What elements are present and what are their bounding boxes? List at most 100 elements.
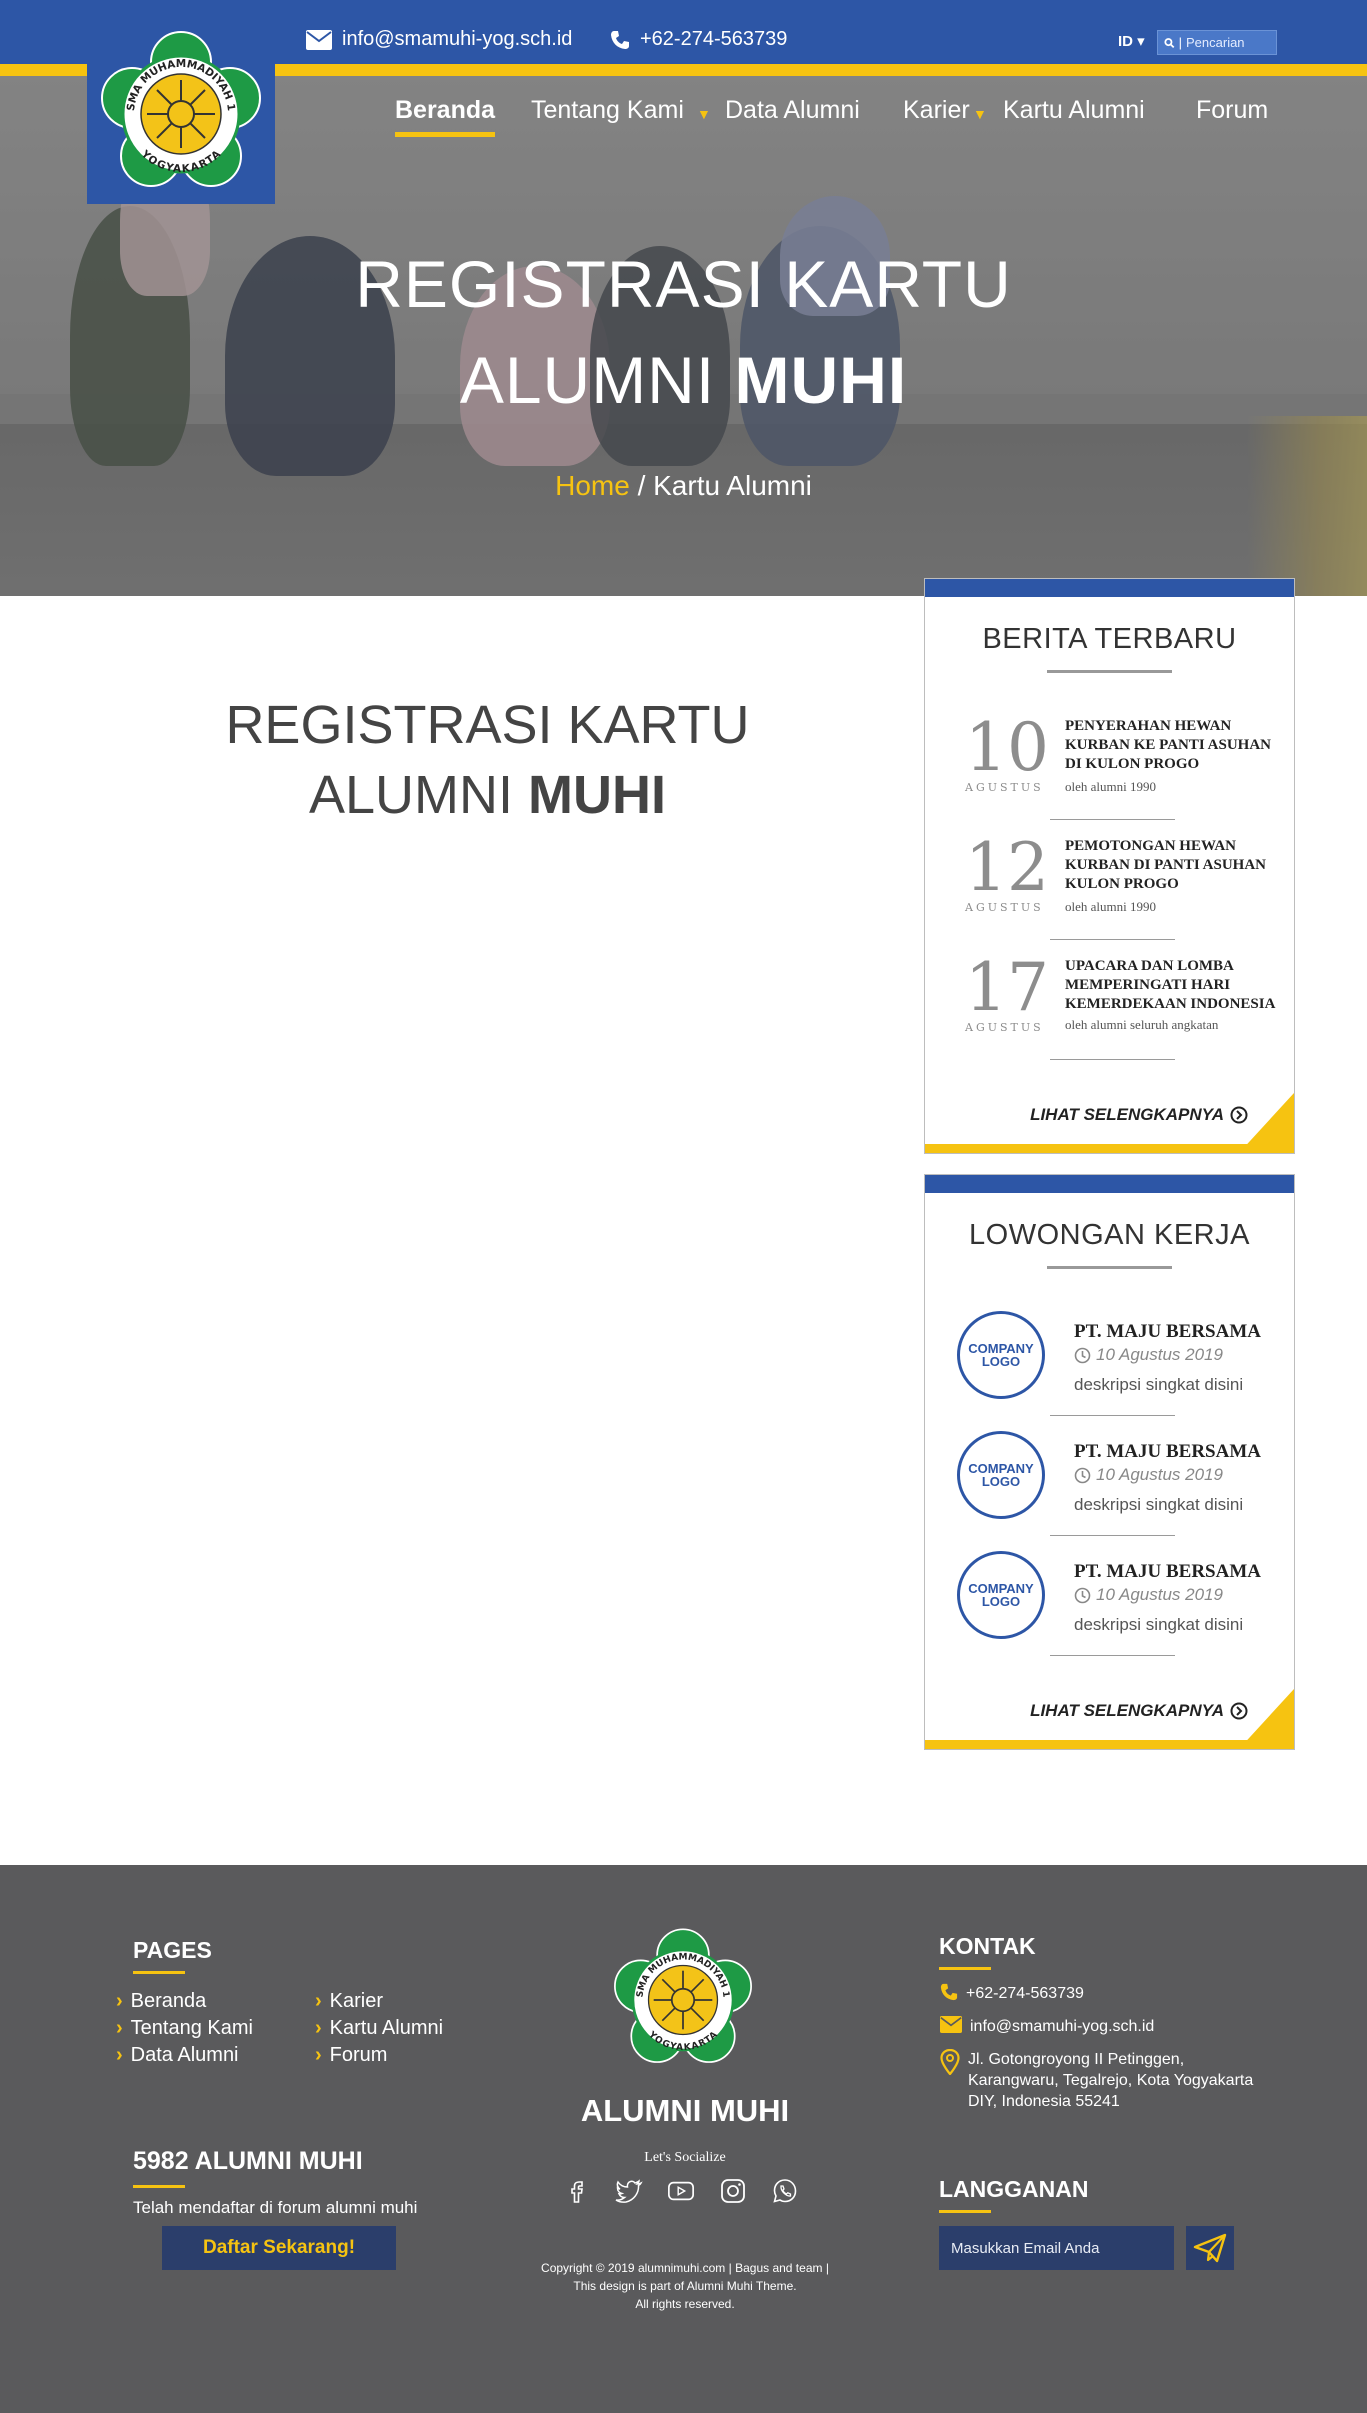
search-input[interactable] bbox=[1186, 35, 1276, 50]
page-title: REGISTRASI KARTU ALUMNI MUHI bbox=[150, 690, 825, 830]
job-date: 10 Agustus 2019 bbox=[1074, 1585, 1223, 1605]
job-item[interactable]: COMPANY LOGO PT. MAJU BERSAMA 10 Agustus … bbox=[957, 1431, 1287, 1531]
topbar-email[interactable]: info@smamuhi-yog.sch.id bbox=[306, 28, 572, 51]
job-description: deskripsi singkat disini bbox=[1074, 1615, 1244, 1634]
news-author: oleh alumni 1990 bbox=[1065, 899, 1156, 914]
footer-link-forum[interactable]: › Forum bbox=[315, 2044, 387, 2067]
footer-link-kartu-alumni[interactable]: › Kartu Alumni bbox=[315, 2017, 443, 2040]
chevron-right-icon: › bbox=[315, 2044, 322, 2066]
news-author: oleh alumni seluruh angkatan bbox=[1065, 1017, 1219, 1032]
clock-icon bbox=[1074, 1467, 1091, 1483]
company-logo: COMPANY LOGO bbox=[957, 1311, 1045, 1399]
hero-title-line1: REGISTRASI KARTU bbox=[355, 247, 1012, 321]
page-title-bold: MUHI bbox=[528, 765, 667, 825]
footer-link-data-alumni[interactable]: › Data Alumni bbox=[116, 2044, 239, 2067]
footer-pages-title: PAGES bbox=[133, 1937, 212, 1974]
footer-address-text: Jl. Gotongroyong II Petinggen, Karangwar… bbox=[968, 2051, 1254, 2110]
news-day: 12 bbox=[965, 829, 1049, 906]
nav-beranda[interactable]: Beranda bbox=[395, 96, 496, 137]
twitter-icon[interactable] bbox=[615, 2177, 643, 2205]
mail-icon bbox=[306, 29, 332, 50]
footer-school-emblem-icon: SMA MUHAMMADIYAH 1 YOGYAKARTA bbox=[614, 1928, 752, 2063]
news-item[interactable]: 17 AGUSTUS UPACARA DAN LOMBA MEMPERINGAT… bbox=[965, 955, 1275, 1065]
company-logo: COMPANY LOGO bbox=[957, 1551, 1045, 1639]
news-headline[interactable]: PEMOTONGAN HEWAN KURBAN DI PANTI ASUHAN … bbox=[1065, 837, 1280, 894]
news-more-link[interactable]: LIHAT SELENGKAPNYA bbox=[1030, 1105, 1248, 1125]
jobs-more-label: LIHAT SELENGKAPNYA bbox=[1030, 1701, 1224, 1720]
alumni-count: 5982 ALUMNI MUHI bbox=[133, 2147, 363, 2188]
card-top-band bbox=[925, 1175, 1294, 1193]
footer-link-beranda[interactable]: › Beranda bbox=[116, 1990, 206, 2013]
job-item[interactable]: COMPANY LOGO PT. MAJU BERSAMA 10 Agustus … bbox=[957, 1311, 1287, 1411]
divider bbox=[1050, 1655, 1175, 1656]
card-corner-accent bbox=[1239, 1689, 1294, 1749]
search-caret: | bbox=[1178, 35, 1182, 50]
footer-email-text: info@smamuhi-yog.sch.id bbox=[970, 2018, 1155, 2035]
phone-icon bbox=[611, 30, 629, 49]
company-logo-line2: LOGO bbox=[981, 1354, 1021, 1369]
clock-icon bbox=[1074, 1587, 1091, 1603]
subscribe-button[interactable] bbox=[1186, 2226, 1234, 2270]
search-icon bbox=[1164, 37, 1175, 48]
clock-icon bbox=[1074, 1347, 1091, 1363]
social-links bbox=[563, 2177, 799, 2205]
copyright-line3: All rights reserved. bbox=[635, 2297, 735, 2311]
job-company-name[interactable]: PT. MAJU BERSAMA bbox=[1074, 1441, 1261, 1463]
job-company-name[interactable]: PT. MAJU BERSAMA bbox=[1074, 1321, 1261, 1343]
footer-contact-email[interactable]: info@smamuhi-yog.sch.id bbox=[940, 2016, 1154, 2037]
chevron-right-icon: › bbox=[116, 1990, 123, 2012]
language-selector[interactable]: ID ▾ bbox=[1118, 32, 1145, 50]
send-icon bbox=[1193, 2233, 1227, 2263]
search-box[interactable]: | bbox=[1157, 30, 1277, 55]
footer-link-label: Kartu Alumni bbox=[329, 2017, 444, 2039]
page-title-line1: REGISTRASI KARTU bbox=[225, 695, 750, 755]
hero-title: REGISTRASI KARTU ALUMNI MUHI bbox=[0, 236, 1367, 428]
subscribe-email-input[interactable] bbox=[939, 2226, 1174, 2270]
news-item[interactable]: 10 AGUSTUS PENYERAHAN HEWAN KURBAN KE PA… bbox=[965, 715, 1275, 825]
copyright-line2: This design is part of Alumni Muhi Theme… bbox=[573, 2279, 797, 2293]
divider bbox=[1050, 939, 1175, 940]
nav-kartu-alumni[interactable]: Kartu Alumni bbox=[1003, 96, 1145, 125]
topbar-phone[interactable]: +62-274-563739 bbox=[610, 28, 787, 51]
alumni-count-text: Telah mendaftar di forum alumni muhi bbox=[133, 2198, 418, 2217]
job-item[interactable]: COMPANY LOGO PT. MAJU BERSAMA 10 Agustus … bbox=[957, 1551, 1287, 1651]
title-underline bbox=[1047, 1266, 1172, 1269]
company-logo-line2: LOGO bbox=[981, 1474, 1021, 1489]
phone-icon bbox=[940, 1983, 958, 2001]
footer-link-label: Beranda bbox=[130, 1990, 207, 2012]
chevron-right-icon: › bbox=[315, 1990, 322, 2012]
job-date: 10 Agustus 2019 bbox=[1074, 1345, 1223, 1365]
footer-link-label: Karier bbox=[329, 1990, 384, 2012]
nav-data-alumni[interactable]: Data Alumni bbox=[725, 96, 860, 125]
news-headline[interactable]: UPACARA DAN LOMBA MEMPERINGATI HARI KEME… bbox=[1065, 957, 1280, 1014]
job-date-text: 10 Agustus 2019 bbox=[1096, 1465, 1223, 1484]
main-nav: Beranda Tentang Kami ▼ Data Alumni Karie… bbox=[0, 96, 1367, 137]
company-logo-line2: LOGO bbox=[981, 1594, 1021, 1609]
job-company-name[interactable]: PT. MAJU BERSAMA bbox=[1074, 1561, 1261, 1583]
card-corner-accent bbox=[1239, 1093, 1294, 1153]
footer-contact-phone[interactable]: +62-274-563739 bbox=[940, 1983, 1084, 2004]
jobs-card-title: LOWONGAN KERJA bbox=[969, 1219, 1250, 1251]
register-button[interactable]: Daftar Sekarang! bbox=[162, 2226, 396, 2270]
facebook-icon[interactable] bbox=[563, 2177, 591, 2205]
social-label: Let's Socialize bbox=[644, 2150, 726, 2165]
jobs-more-link[interactable]: LIHAT SELENGKAPNYA bbox=[1030, 1701, 1248, 1721]
company-logo: COMPANY LOGO bbox=[957, 1431, 1045, 1519]
divider bbox=[1050, 1059, 1175, 1060]
topbar-phone-text: +62-274-563739 bbox=[640, 28, 788, 50]
nav-forum[interactable]: Forum bbox=[1196, 96, 1268, 125]
breadcrumb-home[interactable]: Home bbox=[555, 470, 630, 501]
news-author: oleh alumni 1990 bbox=[1065, 779, 1156, 794]
whatsapp-icon[interactable] bbox=[771, 2177, 799, 2205]
instagram-icon[interactable] bbox=[719, 2177, 747, 2205]
footer-link-tentang-kami[interactable]: › Tentang Kami bbox=[116, 2017, 253, 2040]
news-headline[interactable]: PENYERAHAN HEWAN KURBAN KE PANTI ASUHAN … bbox=[1065, 717, 1280, 774]
youtube-icon[interactable] bbox=[667, 2177, 695, 2205]
nav-karier[interactable]: Karier bbox=[903, 96, 970, 125]
footer-subscribe-title: LANGGANAN bbox=[939, 2176, 1089, 2213]
footer-contact-address: Jl. Gotongroyong II Petinggen, Karangwar… bbox=[940, 2049, 1268, 2112]
footer-link-karier[interactable]: › Karier bbox=[315, 1990, 383, 2013]
chevron-down-icon: ▼ bbox=[973, 106, 987, 122]
news-item[interactable]: 12 AGUSTUS PEMOTONGAN HEWAN KURBAN DI PA… bbox=[965, 835, 1275, 945]
nav-tentang-kami[interactable]: Tentang Kami bbox=[531, 96, 684, 125]
